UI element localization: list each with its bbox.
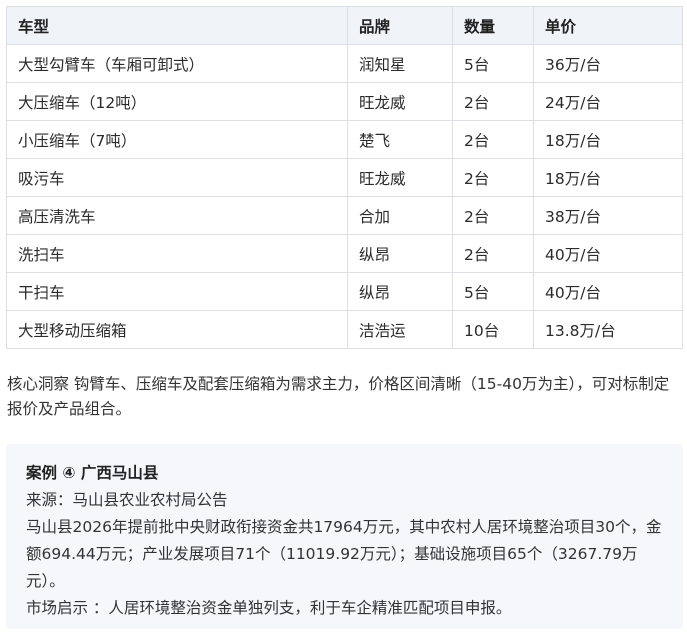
cell-brand: 旺龙威 — [347, 158, 453, 197]
vehicle-table-container: 车型 品牌 数量 单价 大型勾臂车（车厢可卸式） 润知星 5台 36万/台 大压… — [6, 6, 683, 349]
cell-unit-price: 40万/台 — [533, 272, 683, 311]
case-study-box: 案例 ④ 广西马山县 来源：马山县农业农村局公告 马山县2026年提前批中央财政… — [6, 444, 683, 629]
cell-unit-price: 13.8万/台 — [533, 310, 683, 349]
header-vehicle-type: 车型 — [6, 6, 348, 45]
cell-brand: 纵昂 — [347, 272, 453, 311]
cell-quantity: 2台 — [452, 82, 534, 121]
cell-unit-price: 18万/台 — [533, 120, 683, 159]
cell-quantity: 2台 — [452, 196, 534, 235]
cell-brand: 旺龙威 — [347, 82, 453, 121]
cell-brand: 合加 — [347, 196, 453, 235]
cell-vehicle-type: 高压清洗车 — [6, 196, 348, 235]
cell-quantity: 5台 — [452, 272, 534, 311]
cell-unit-price: 40万/台 — [533, 234, 683, 273]
table-row: 吸污车 旺龙威 2台 18万/台 — [6, 158, 683, 197]
vehicle-table: 车型 品牌 数量 单价 大型勾臂车（车厢可卸式） 润知星 5台 36万/台 大压… — [6, 6, 683, 349]
cell-quantity: 10台 — [452, 310, 534, 349]
table-row: 洗扫车 纵昂 2台 40万/台 — [6, 234, 683, 273]
cell-brand: 洁浩运 — [347, 310, 453, 349]
cell-quantity: 2台 — [452, 120, 534, 159]
cell-unit-price: 24万/台 — [533, 82, 683, 121]
cell-vehicle-type: 吸污车 — [6, 158, 348, 197]
table-row: 干扫车 纵昂 5台 40万/台 — [6, 272, 683, 311]
header-quantity: 数量 — [452, 6, 534, 45]
case-study-content: 案例 ④ 广西马山县 来源：马山县农业农村局公告 马山县2026年提前批中央财政… — [26, 460, 671, 622]
cell-brand: 纵昂 — [347, 234, 453, 273]
cell-vehicle-type: 大型勾臂车（车厢可卸式） — [6, 44, 348, 83]
table-row: 大型勾臂车（车厢可卸式） 润知星 5台 36万/台 — [6, 44, 683, 83]
table-row: 大型移动压缩箱 洁浩运 10台 13.8万/台 — [6, 310, 683, 349]
cell-vehicle-type: 洗扫车 — [6, 234, 348, 273]
core-insight-paragraph: 核心洞察 钩臂车、压缩车及配套压缩箱为需求主力，价格区间清晰（15-40万为主）… — [7, 375, 670, 418]
header-brand: 品牌 — [347, 6, 453, 45]
cell-quantity: 2台 — [452, 234, 534, 273]
case-study-title: 案例 ④ 广西马山县 — [26, 464, 159, 482]
header-unit-price: 单价 — [533, 6, 683, 45]
cell-quantity: 5台 — [452, 44, 534, 83]
cell-quantity: 2台 — [452, 158, 534, 197]
table-row: 小压缩车（7吨） 楚飞 2台 18万/台 — [6, 120, 683, 159]
cell-brand: 润知星 — [347, 44, 453, 83]
cell-brand: 楚飞 — [347, 120, 453, 159]
case-study-body: 马山县2026年提前批中央财政衔接资金共17964万元，其中农村人居环境整治项目… — [26, 518, 662, 590]
cell-vehicle-type: 大压缩车（12吨） — [6, 82, 348, 121]
cell-vehicle-type: 干扫车 — [6, 272, 348, 311]
cell-unit-price: 38万/台 — [533, 196, 683, 235]
cell-vehicle-type: 大型移动压缩箱 — [6, 310, 348, 349]
table-header-row: 车型 品牌 数量 单价 — [6, 6, 683, 45]
table-row: 高压清洗车 合加 2台 38万/台 — [6, 196, 683, 235]
cell-unit-price: 18万/台 — [533, 158, 683, 197]
cell-unit-price: 36万/台 — [533, 44, 683, 83]
table-row: 大压缩车（12吨） 旺龙威 2台 24万/台 — [6, 82, 683, 121]
cell-vehicle-type: 小压缩车（7吨） — [6, 120, 348, 159]
case-study-source: 来源：马山县农业农村局公告 — [26, 491, 228, 509]
case-study-market-hint: 市场启示 ：人居环境整治资金单独列支，利于车企精准匹配项目申报。 — [26, 599, 512, 617]
